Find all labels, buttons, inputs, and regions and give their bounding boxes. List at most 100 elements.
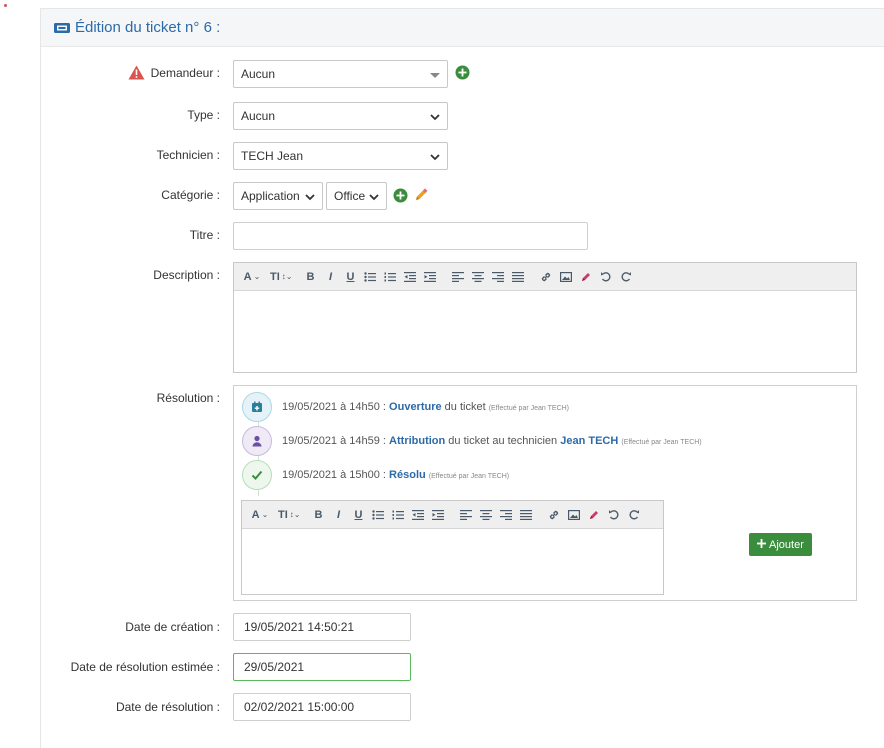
numbered-list-icon[interactable] xyxy=(380,267,400,287)
creation-date-label: Date de création : xyxy=(125,620,220,634)
technician-select[interactable]: TECH Jean xyxy=(233,142,448,170)
category-select[interactable]: Application xyxy=(233,182,323,210)
resolution-date-input[interactable]: 02/02/2021 15:00:00 xyxy=(233,693,411,721)
align-center-icon[interactable] xyxy=(468,267,488,287)
resolution-date-value: 02/02/2021 15:00:00 xyxy=(244,700,355,714)
add-label: Ajouter xyxy=(769,538,804,551)
estimated-resolution-date-value: 29/05/2021 xyxy=(244,660,305,674)
timeline-item: 19/05/2021 à 15h00 : Résolu (Effectué pa… xyxy=(242,460,509,490)
technician-value: TECH Jean xyxy=(241,149,304,163)
category-value: Application xyxy=(241,189,300,203)
edit-category-pencil-icon[interactable] xyxy=(413,187,429,203)
requester-select[interactable]: Aucun xyxy=(233,60,448,88)
resolution-editor[interactable]: A ⌄ TI ↕⌄ B I U xyxy=(241,500,664,595)
font-size-button[interactable]: TI ↕⌄ xyxy=(278,505,300,525)
chevron-down-icon xyxy=(368,191,380,205)
align-justify-icon[interactable] xyxy=(508,267,528,287)
timeline-by: (Effectué par Jean TECH) xyxy=(621,439,702,446)
page-title: Édition du ticket n° 6 : xyxy=(75,19,221,36)
timeline-rest: du ticket xyxy=(441,401,486,413)
italic-button[interactable]: I xyxy=(328,505,348,525)
link-icon[interactable] xyxy=(544,505,564,525)
description-editor[interactable]: A ⌄ TI ↕⌄ B I U xyxy=(233,262,857,373)
add-category-plus-circle-icon[interactable] xyxy=(393,188,408,203)
timeline-by: (Effectué par Jean TECH) xyxy=(488,405,569,412)
align-justify-icon[interactable] xyxy=(516,505,536,525)
size-glyph: TI xyxy=(278,508,288,521)
align-right-icon[interactable] xyxy=(488,267,508,287)
indent-icon[interactable] xyxy=(428,505,448,525)
size-glyph: TI xyxy=(270,270,280,283)
timeline-date: 19/05/2021 à 14h59 : xyxy=(282,435,386,447)
font-color-button[interactable]: A ⌄ xyxy=(250,505,270,525)
warning-icon xyxy=(128,65,145,83)
font-size-button[interactable]: TI ↕⌄ xyxy=(270,267,292,287)
italic-button[interactable]: I xyxy=(320,267,340,287)
subcategory-value: Office xyxy=(334,189,366,203)
timeline-item: 19/05/2021 à 14h59 : Attribution du tick… xyxy=(242,426,702,456)
type-value: Aucun xyxy=(241,109,276,123)
timeline-action: Résolu xyxy=(389,469,426,481)
redo-icon[interactable] xyxy=(616,267,636,287)
chevron-down-icon xyxy=(304,191,316,205)
underline-button[interactable]: U xyxy=(348,505,368,525)
add-requester-plus-circle-icon[interactable] xyxy=(455,65,470,80)
estimated-resolution-date-input[interactable]: 29/05/2021 xyxy=(233,653,411,681)
indent-icon[interactable] xyxy=(420,267,440,287)
image-icon[interactable] xyxy=(564,505,584,525)
requester-value: Aucun xyxy=(241,67,276,81)
timeline-item: 19/05/2021 à 14h50 : Ouverture du ticket… xyxy=(242,392,569,422)
plus-icon xyxy=(757,538,766,551)
undo-icon[interactable] xyxy=(604,505,624,525)
requester-label: Demandeur : xyxy=(150,66,220,80)
timeline-person: Jean TECH xyxy=(560,435,619,447)
image-icon[interactable] xyxy=(556,267,576,287)
creation-date-value: 19/05/2021 14:50:21 xyxy=(244,620,355,634)
bullet-list-icon[interactable] xyxy=(368,505,388,525)
clear-format-icon[interactable] xyxy=(576,267,596,287)
font-glyph: A xyxy=(251,508,260,521)
bullet-list-icon[interactable] xyxy=(360,267,380,287)
category-label: Catégorie : xyxy=(161,188,220,202)
align-left-icon[interactable] xyxy=(456,505,476,525)
bold-button[interactable]: B xyxy=(300,267,320,287)
undo-icon[interactable] xyxy=(596,267,616,287)
type-label: Type : xyxy=(187,108,220,122)
type-select[interactable]: Aucun xyxy=(233,102,448,130)
clear-format-icon[interactable] xyxy=(584,505,604,525)
panel-header: Édition du ticket n° 6 : xyxy=(41,9,884,47)
timeline-action: Attribution xyxy=(389,435,446,447)
timeline-action: Ouverture xyxy=(389,401,442,413)
add-followup-button[interactable]: Ajouter xyxy=(749,533,812,556)
timeline-rest: du ticket au technicien xyxy=(445,435,561,447)
ticket-edit-panel: Édition du ticket n° 6 : xyxy=(40,8,884,748)
calendar-icon xyxy=(242,392,272,422)
align-left-icon[interactable] xyxy=(448,267,468,287)
user-icon xyxy=(242,426,272,456)
bold-button[interactable]: B xyxy=(308,505,328,525)
resolution-toolbar: A ⌄ TI ↕⌄ B I U xyxy=(242,501,663,529)
resolution-label: Résolution : xyxy=(156,391,220,405)
font-color-button[interactable]: A ⌄ xyxy=(242,267,262,287)
red-dot xyxy=(4,4,7,7)
timeline-date: 19/05/2021 à 15h00 : xyxy=(282,469,386,481)
timeline-by: (Effectué par Jean TECH) xyxy=(428,473,510,480)
caret-down-icon xyxy=(429,69,441,83)
outdent-icon[interactable] xyxy=(400,267,420,287)
ticket-icon xyxy=(53,21,71,35)
outdent-icon[interactable] xyxy=(408,505,428,525)
check-icon xyxy=(242,460,272,490)
align-center-icon[interactable] xyxy=(476,505,496,525)
description-toolbar: A ⌄ TI ↕⌄ B I U xyxy=(234,263,856,291)
subcategory-select[interactable]: Office xyxy=(326,182,387,210)
link-icon[interactable] xyxy=(536,267,556,287)
font-glyph: A xyxy=(243,270,252,283)
title-input[interactable] xyxy=(233,222,588,250)
align-right-icon[interactable] xyxy=(496,505,516,525)
numbered-list-icon[interactable] xyxy=(388,505,408,525)
redo-icon[interactable] xyxy=(624,505,644,525)
underline-button[interactable]: U xyxy=(340,267,360,287)
creation-date-input[interactable]: 19/05/2021 14:50:21 xyxy=(233,613,411,641)
timeline-date: 19/05/2021 à 14h50 : xyxy=(282,401,386,413)
chevron-down-icon xyxy=(429,151,441,165)
